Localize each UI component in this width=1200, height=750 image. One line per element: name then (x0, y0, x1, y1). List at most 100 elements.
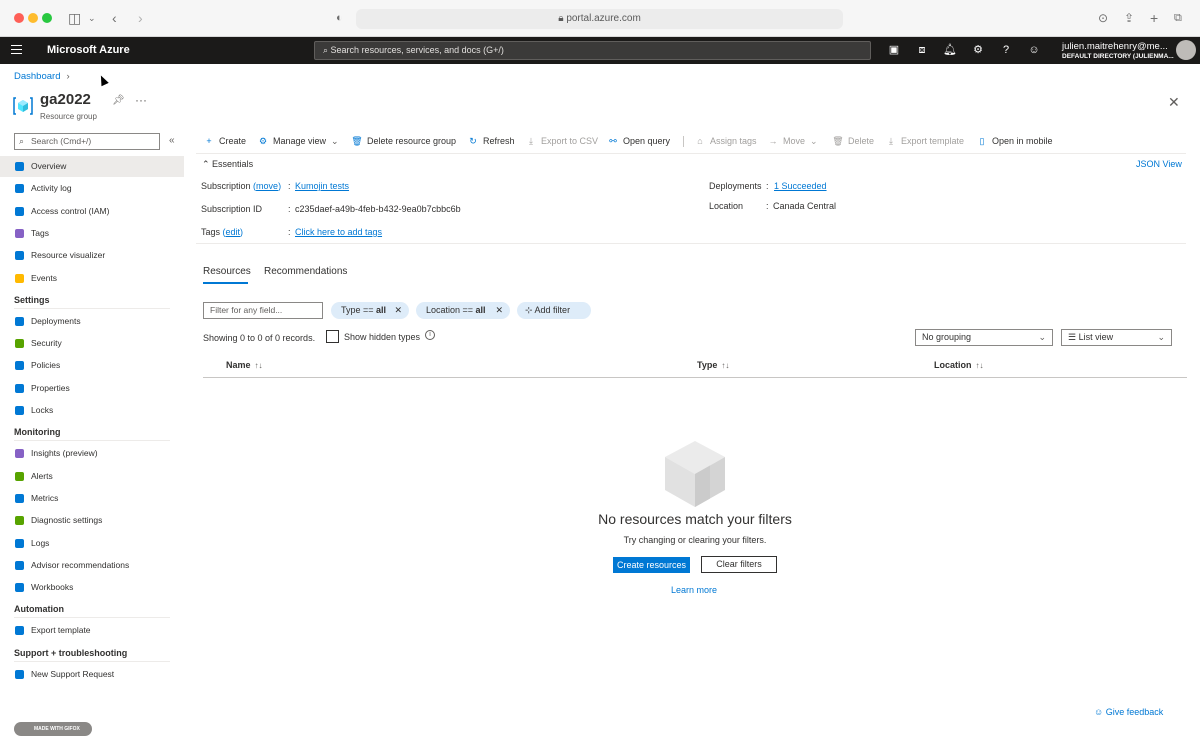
back-icon[interactable]: ‹ (112, 9, 117, 27)
add-tags-link[interactable]: Click here to add tags (295, 227, 382, 237)
sidebar-item-deployments[interactable]: Deployments (0, 311, 184, 332)
pin-icon[interactable]: 📌︎ (112, 95, 125, 106)
info-icon[interactable]: i (425, 330, 435, 340)
brand-name[interactable]: Microsoft Azure (47, 44, 130, 56)
open-query-button[interactable]: ⚯ Open query (607, 134, 670, 148)
sidebar-item-tags[interactable]: Tags (0, 223, 184, 244)
sidebar-item-security[interactable]: Security (0, 333, 184, 354)
sidebar-item-activity-log[interactable]: Activity log (0, 178, 184, 199)
gear-icon: ⚙ (258, 136, 268, 146)
help-icon[interactable]: ? (999, 43, 1013, 57)
delete-resource-group-button[interactable]: 🗑︎ Delete resource group (351, 134, 456, 148)
cloud-shell-icon[interactable]: ▣ (887, 43, 901, 57)
assign-tags-button[interactable]: ⌂ Assign tags (694, 134, 756, 148)
give-feedback-link[interactable]: ☺ Give feedback (1094, 707, 1163, 717)
shield-icon[interactable]: ◐ (336, 9, 343, 27)
sidebar-item-resource-visualizer[interactable]: Resource visualizer (0, 245, 184, 266)
sidebar-item-access-control-iam[interactable]: Access control (IAM) (0, 201, 184, 222)
show-hidden-checkbox[interactable] (326, 330, 339, 343)
view-dropdown[interactable]: ☰ List view ⌄ (1061, 329, 1172, 346)
breadcrumb-dashboard[interactable]: Dashboard (14, 71, 60, 82)
json-view-link[interactable]: JSON View (1136, 159, 1182, 169)
sidebar-item-metrics[interactable]: Metrics (0, 488, 184, 509)
close-icon[interactable]: ✕ (495, 302, 503, 319)
share-icon[interactable]: ⇪ (1124, 9, 1134, 27)
close-icon[interactable]: ✕ (394, 302, 402, 319)
forward-icon[interactable]: › (138, 9, 143, 27)
close-window-button[interactable] (14, 13, 24, 23)
azure-top-bar: Microsoft Azure ⌕ Search resources, serv… (0, 37, 1200, 64)
sidebar-item-properties[interactable]: Properties (0, 378, 184, 399)
add-filter-label: Add filter (534, 305, 571, 315)
edit-tags-link[interactable]: (edit) (223, 227, 244, 237)
user-directory[interactable]: DEFAULT DIRECTORY (JULIENMA... (1062, 53, 1174, 60)
manage-view-button[interactable]: ⚙ Manage view ⌄ (257, 134, 339, 148)
global-search-input[interactable]: ⌕ Search resources, services, and docs (… (314, 41, 871, 60)
new-tab-icon[interactable]: + (1150, 9, 1158, 27)
sidebar-item-insights-preview[interactable]: Insights (preview) (0, 443, 184, 464)
add-filter-button[interactable]: ⊹ Add filter (517, 302, 591, 319)
move-subscription-link[interactable]: (move) (253, 181, 281, 191)
sidebar-item-new-support-request[interactable]: New Support Request (0, 664, 184, 685)
sidebar-item-alerts[interactable]: Alerts (0, 466, 184, 487)
sidebar-item-advisor-recommendations[interactable]: Advisor recommendations (0, 555, 184, 576)
export-csv-button[interactable]: ⤓ Export to CSV (525, 134, 598, 148)
clear-filters-button[interactable]: Clear filters (701, 556, 777, 573)
column-header-name[interactable]: Name ↑↓ (226, 360, 263, 370)
deployments-link[interactable]: 1 Succeeded (774, 181, 827, 191)
bell-icon[interactable]: 🔔︎ (943, 43, 957, 57)
sidebar-item-policies[interactable]: Policies (0, 355, 184, 376)
chevron-down-icon: ⌄ (1038, 332, 1046, 342)
download-icon[interactable]: ⊙ (1098, 9, 1108, 27)
show-hidden-label[interactable]: Show hidden types (344, 332, 420, 342)
move-button[interactable]: → Move ⌄ (767, 134, 818, 148)
column-header-location[interactable]: Location ↑↓ (934, 360, 984, 370)
essentials-toggle[interactable]: ⌃ Essentials (202, 159, 253, 170)
gear-icon[interactable]: ⚙ (971, 43, 985, 57)
collapse-sidebar-icon[interactable]: « (169, 135, 175, 146)
page-title: ga2022 (40, 91, 91, 108)
sidebar-section-divider (14, 440, 170, 442)
download-icon: ⤓ (889, 136, 893, 146)
sidebar-item-overview[interactable]: Overview (0, 156, 184, 177)
column-header-type[interactable]: Type ↑↓ (697, 360, 729, 370)
sidebar-item-label: Tags (31, 227, 49, 238)
grouping-dropdown[interactable]: No grouping ⌄ (915, 329, 1053, 346)
sidebar-item-label: Insights (preview) (31, 448, 98, 459)
tab-recommendations[interactable]: Recommendations (264, 266, 347, 277)
tab-overview-icon[interactable]: ⧉ (1174, 9, 1182, 27)
minimize-window-button[interactable] (28, 13, 38, 23)
url-bar[interactable]: 🔒︎ portal.azure.com (356, 9, 843, 29)
directory-filter-icon[interactable]: ⧈ (915, 43, 929, 57)
avatar[interactable] (1176, 40, 1196, 60)
menu-icon[interactable] (11, 45, 22, 54)
subscription-link[interactable]: Kumojin tests (295, 181, 349, 191)
sidebar-toggle-icon[interactable]: ◫ (68, 9, 81, 27)
delete-button[interactable]: 🗑︎ Delete (832, 134, 874, 148)
feedback-icon[interactable]: ☺ (1027, 43, 1041, 57)
type-filter-pill[interactable]: Type == all ✕ (331, 302, 409, 319)
learn-more-link[interactable]: Learn more (0, 585, 1200, 595)
more-options-icon[interactable]: ··· (135, 93, 147, 107)
sidebar-item-events[interactable]: Events (0, 268, 184, 289)
sidebar-item-export-template[interactable]: Export template (0, 620, 184, 641)
sidebar-item-locks[interactable]: Locks (0, 400, 184, 421)
tab-resources[interactable]: Resources (203, 266, 251, 277)
location-filter-pill[interactable]: Location == all ✕ (416, 302, 510, 319)
create-button[interactable]: + Create (203, 134, 246, 148)
export-template-button[interactable]: ⤓ Export template (885, 134, 964, 148)
support-icon (15, 669, 24, 679)
refresh-button[interactable]: ↻ Refresh (467, 134, 514, 148)
filter-input[interactable]: Filter for any field... (203, 302, 323, 319)
create-resources-button[interactable]: Create resources (613, 557, 690, 573)
sidebar-item-label: Advisor recommendations (31, 559, 130, 570)
user-name[interactable]: julien.maitrehenry@me... (1062, 41, 1168, 52)
maximize-window-button[interactable] (42, 13, 52, 23)
command-divider (683, 136, 684, 147)
open-in-mobile-button[interactable]: ▯ Open in mobile (976, 134, 1053, 148)
sidebar-search-input[interactable]: ⌕ Search (Cmd+/) (14, 133, 160, 150)
close-icon[interactable]: ✕ (1168, 94, 1180, 111)
chevron-down-icon[interactable]: ⌄ (88, 9, 96, 27)
add-filter-icon: ⊹ (525, 305, 535, 315)
sort-icon: ↑↓ (254, 361, 263, 370)
